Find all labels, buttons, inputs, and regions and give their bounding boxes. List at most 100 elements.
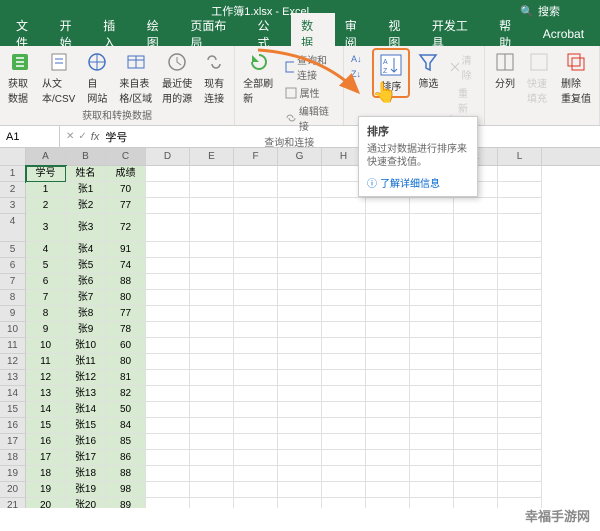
sort-asc-button[interactable]: A↓ xyxy=(348,52,370,66)
confirm-icon[interactable]: ✓ xyxy=(78,131,86,142)
cell[interactable] xyxy=(322,482,366,498)
cell[interactable] xyxy=(278,258,322,274)
cell[interactable] xyxy=(498,322,542,338)
cell[interactable]: 张4 xyxy=(66,242,106,258)
cell[interactable] xyxy=(454,370,498,386)
cell[interactable] xyxy=(234,482,278,498)
text-to-columns-button[interactable]: 分列 xyxy=(489,48,521,92)
cell[interactable] xyxy=(454,306,498,322)
row-header-4[interactable]: 4 xyxy=(0,214,25,242)
cell[interactable] xyxy=(454,290,498,306)
cell[interactable]: 9 xyxy=(26,322,66,338)
cell[interactable] xyxy=(278,198,322,214)
cell[interactable] xyxy=(454,386,498,402)
sort-desc-button[interactable]: Z↓ xyxy=(348,67,370,81)
cell[interactable] xyxy=(190,402,234,418)
cell[interactable]: 16 xyxy=(26,434,66,450)
cell[interactable] xyxy=(322,402,366,418)
cell[interactable] xyxy=(278,182,322,198)
cell[interactable] xyxy=(278,214,322,242)
cell[interactable]: 张20 xyxy=(66,498,106,508)
fx-icon[interactable]: fx xyxy=(91,131,100,143)
cell[interactable] xyxy=(234,242,278,258)
cell[interactable] xyxy=(190,386,234,402)
cell[interactable] xyxy=(322,198,366,214)
cell[interactable]: 74 xyxy=(106,258,146,274)
cell[interactable] xyxy=(322,498,366,508)
recent-sources-button[interactable]: 最近使 用的源 xyxy=(158,48,196,107)
cell[interactable] xyxy=(278,402,322,418)
cell[interactable] xyxy=(410,274,454,290)
select-all-corner[interactable] xyxy=(0,148,25,166)
cell[interactable] xyxy=(498,402,542,418)
cell[interactable] xyxy=(454,274,498,290)
cell[interactable] xyxy=(498,242,542,258)
cell[interactable] xyxy=(366,418,410,434)
cell[interactable] xyxy=(234,182,278,198)
cell[interactable] xyxy=(146,450,190,466)
cell[interactable] xyxy=(410,370,454,386)
cell[interactable] xyxy=(366,482,410,498)
cell[interactable]: 张14 xyxy=(66,402,106,418)
cancel-icon[interactable]: ✕ xyxy=(66,131,74,142)
cell[interactable] xyxy=(410,290,454,306)
cell[interactable] xyxy=(410,482,454,498)
cell[interactable]: 17 xyxy=(26,450,66,466)
cell[interactable]: 72 xyxy=(106,214,146,242)
row-header-19[interactable]: 19 xyxy=(0,466,25,482)
cell[interactable] xyxy=(410,418,454,434)
cell[interactable]: 姓名 xyxy=(66,166,106,182)
cell[interactable] xyxy=(498,182,542,198)
cell[interactable]: 张9 xyxy=(66,322,106,338)
col-header-A[interactable]: A xyxy=(26,148,66,165)
cell[interactable]: 89 xyxy=(106,498,146,508)
cell[interactable] xyxy=(190,214,234,242)
cell[interactable]: 60 xyxy=(106,338,146,354)
cell[interactable] xyxy=(454,242,498,258)
col-header-E[interactable]: E xyxy=(190,148,234,165)
cell[interactable] xyxy=(234,338,278,354)
cell[interactable] xyxy=(278,242,322,258)
cell[interactable]: 86 xyxy=(106,450,146,466)
cell[interactable] xyxy=(146,418,190,434)
queries-connections-button[interactable]: 查询和连接 xyxy=(282,51,340,83)
cell[interactable] xyxy=(146,290,190,306)
cell[interactable]: 85 xyxy=(106,434,146,450)
cell[interactable]: 张6 xyxy=(66,274,106,290)
cell[interactable] xyxy=(498,274,542,290)
cell[interactable]: 学号 xyxy=(26,166,66,182)
cell[interactable] xyxy=(366,306,410,322)
cell[interactable]: 8 xyxy=(26,306,66,322)
cell[interactable] xyxy=(278,450,322,466)
cell[interactable] xyxy=(454,450,498,466)
cell[interactable]: 80 xyxy=(106,354,146,370)
clear-filter-button[interactable]: 清除 xyxy=(446,51,480,83)
row-header-1[interactable]: 1 xyxy=(0,166,25,182)
cell[interactable]: 张7 xyxy=(66,290,106,306)
cell[interactable] xyxy=(278,354,322,370)
cell[interactable]: 张16 xyxy=(66,434,106,450)
cell[interactable] xyxy=(234,274,278,290)
cell[interactable] xyxy=(146,214,190,242)
col-header-B[interactable]: B xyxy=(66,148,106,165)
cell[interactable] xyxy=(366,322,410,338)
fast-fill-button[interactable]: 快速填充 xyxy=(523,48,555,107)
cell[interactable] xyxy=(410,434,454,450)
row-header-12[interactable]: 12 xyxy=(0,354,25,370)
cell[interactable] xyxy=(146,182,190,198)
row-header-9[interactable]: 9 xyxy=(0,306,25,322)
cell[interactable] xyxy=(322,466,366,482)
remove-dup-button[interactable]: 删除 重复值 xyxy=(557,48,595,107)
col-header-D[interactable]: D xyxy=(146,148,190,165)
cell[interactable] xyxy=(498,354,542,370)
row-header-5[interactable]: 5 xyxy=(0,242,25,258)
cell[interactable]: 10 xyxy=(26,338,66,354)
cell[interactable] xyxy=(190,274,234,290)
cell[interactable] xyxy=(234,498,278,508)
cell[interactable] xyxy=(146,198,190,214)
cell[interactable]: 50 xyxy=(106,402,146,418)
cell[interactable] xyxy=(234,450,278,466)
cell[interactable]: 18 xyxy=(26,466,66,482)
cell[interactable] xyxy=(190,258,234,274)
edit-links-button[interactable]: 编辑链接 xyxy=(282,102,340,134)
